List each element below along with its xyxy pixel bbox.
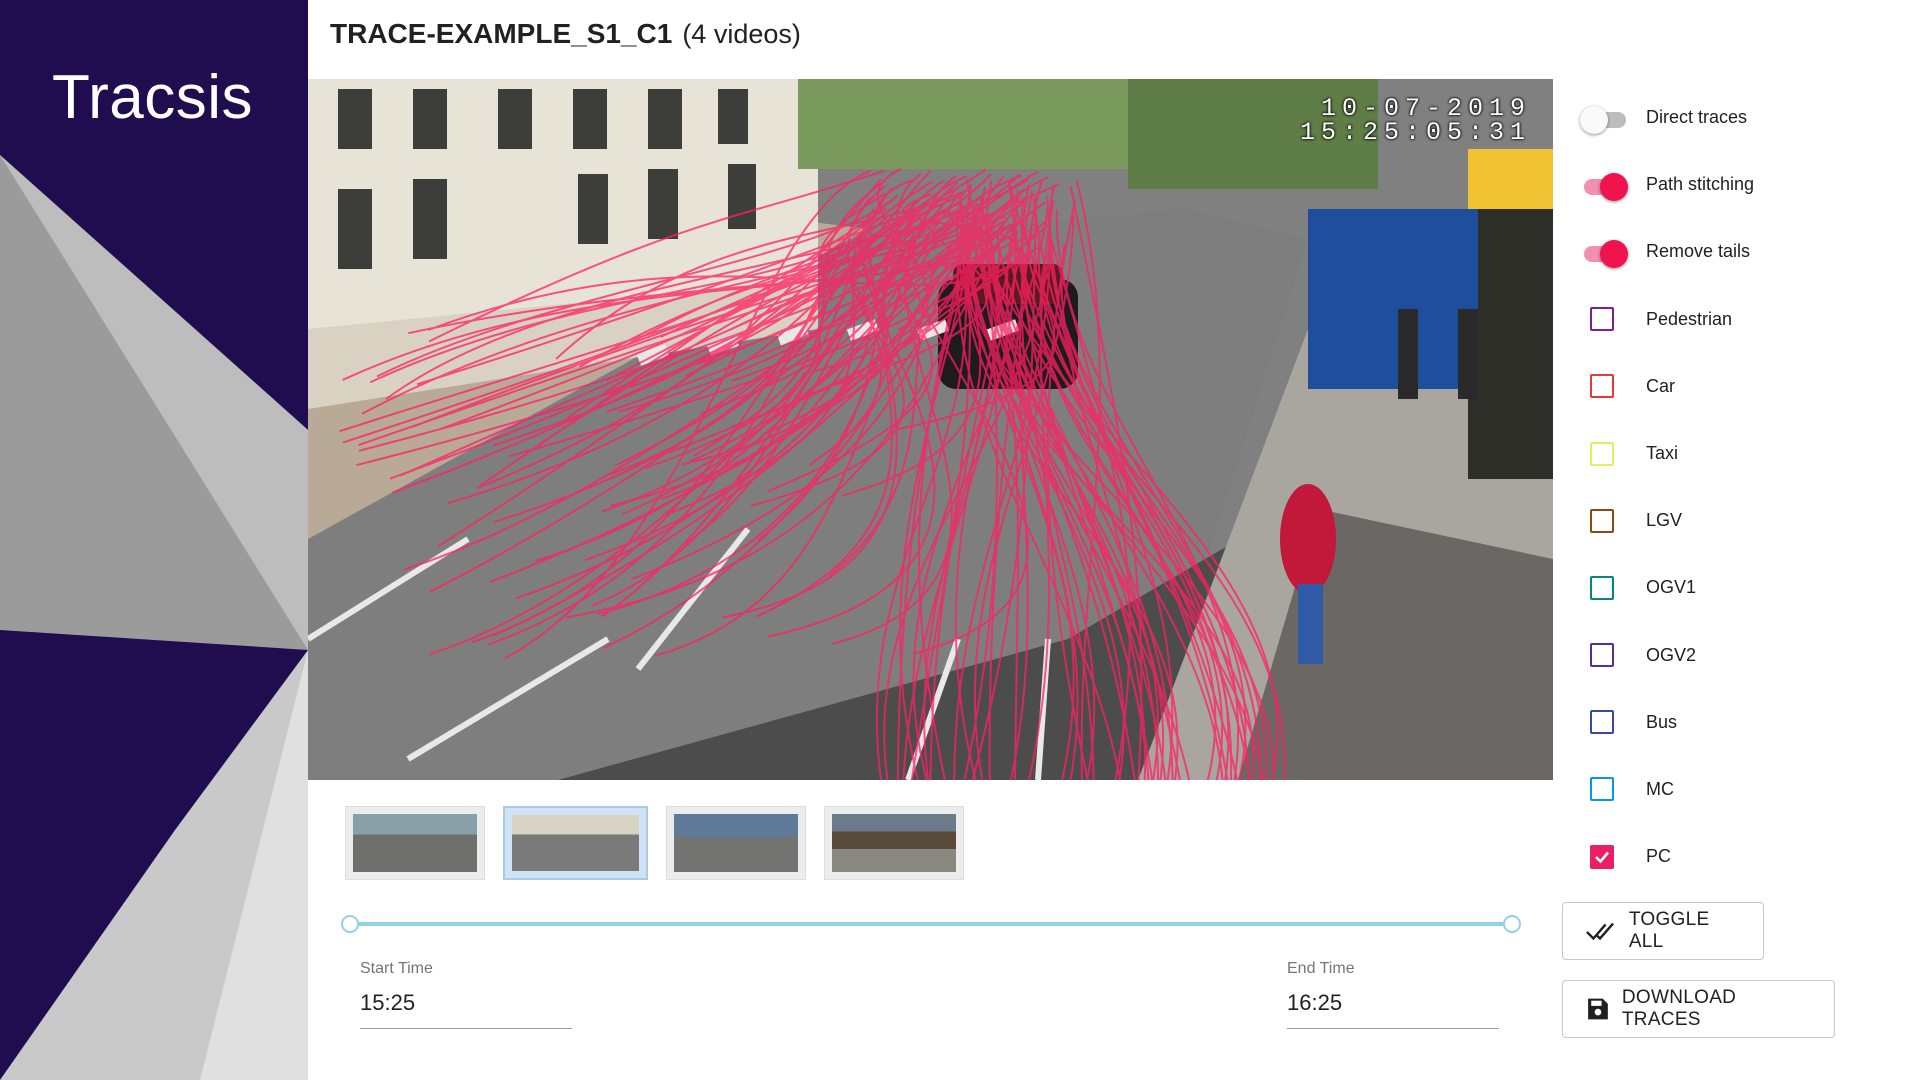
end-time-field[interactable]: End Time 16:25	[1287, 960, 1499, 1029]
toggle-all-button[interactable]: TOGGLE ALL	[1562, 902, 1764, 960]
toggle-remove-tails[interactable]: Remove tails	[1578, 218, 1898, 285]
video-count: (4 videos)	[682, 19, 801, 49]
tracsis-logo: Tracsis	[52, 63, 253, 132]
taxi-checkbox[interactable]	[1590, 441, 1614, 466]
path-stitching-switch[interactable]	[1580, 172, 1628, 201]
brand-panel: Tracsis	[0, 0, 308, 1080]
trace-controls: Direct traces Path stitching Remove tail…	[1578, 84, 1898, 890]
car-checkbox[interactable]	[1590, 374, 1614, 399]
bus-checkbox[interactable]	[1590, 710, 1614, 735]
class-label: OGV1	[1646, 577, 1697, 598]
start-time-label: Start Time	[360, 960, 433, 977]
download-traces-label: DOWNLOAD TRACES	[1621, 987, 1737, 1030]
page-title: TRACE-EXAMPLE_S1_C1	[330, 18, 673, 49]
direct-traces-switch[interactable]	[1580, 105, 1626, 134]
class-row-pedestrian[interactable]: Pedestrian	[1578, 286, 1898, 353]
toggle-all-label: TOGGLE ALL	[1628, 909, 1710, 952]
ogv1-checkbox[interactable]	[1590, 575, 1614, 600]
toggle-label: Remove tails	[1646, 241, 1751, 262]
toggle-label: Direct traces	[1646, 107, 1748, 128]
video-thumbnail-3[interactable]	[666, 806, 806, 880]
class-row-lgv[interactable]: LGV	[1578, 487, 1898, 554]
mc-checkbox[interactable]	[1590, 777, 1614, 802]
class-row-pc[interactable]: PC	[1578, 823, 1898, 890]
street-scene	[308, 79, 1553, 780]
start-time-input[interactable]: 15:25	[360, 990, 572, 1029]
class-label: MC	[1646, 778, 1674, 799]
double-check-icon	[1586, 922, 1614, 941]
slider-start-handle[interactable]	[341, 915, 359, 933]
class-label: Car	[1646, 375, 1676, 396]
pc-checkbox[interactable]	[1590, 844, 1614, 869]
slider-track[interactable]	[350, 922, 1512, 926]
remove-tails-switch[interactable]	[1580, 239, 1628, 268]
save-icon	[1588, 998, 1608, 1020]
class-row-ogv1[interactable]: OGV1	[1578, 554, 1898, 621]
video-timestamp: 10-07-2019 15:25:05:31	[1299, 96, 1531, 147]
class-label: Bus	[1646, 711, 1678, 732]
class-row-taxi[interactable]: Taxi	[1578, 420, 1898, 487]
toggle-path-stitching[interactable]: Path stitching	[1578, 151, 1898, 218]
time-range-slider[interactable]	[340, 912, 1522, 936]
video-thumbnails	[345, 806, 964, 880]
download-traces-button[interactable]: DOWNLOAD TRACES	[1562, 980, 1835, 1038]
class-row-mc[interactable]: MC	[1578, 756, 1898, 823]
toggle-direct-traces[interactable]: Direct traces	[1578, 84, 1898, 151]
class-label: LGV	[1646, 510, 1683, 531]
end-time-label: End Time	[1287, 960, 1355, 977]
page-header: TRACE-EXAMPLE_S1_C1 (4 videos)	[330, 18, 801, 58]
class-row-bus[interactable]: Bus	[1578, 689, 1898, 756]
class-label: PC	[1646, 846, 1672, 867]
class-checkbox-list: Pedestrian Car Taxi LGV OGV1 OGV2 Bus MC PC	[1578, 286, 1898, 891]
class-row-ogv2[interactable]: OGV2	[1578, 622, 1898, 689]
class-label: OGV2	[1646, 644, 1697, 665]
timestamp-time: 15:25:05:31	[1299, 118, 1531, 147]
video-frame[interactable]: 10-07-2019 15:25:05:31	[308, 79, 1553, 780]
class-label: Taxi	[1646, 443, 1679, 464]
ogv2-checkbox[interactable]	[1590, 643, 1614, 668]
class-row-car[interactable]: Car	[1578, 353, 1898, 420]
checkmark-icon	[1595, 851, 1609, 864]
class-label: Pedestrian	[1646, 308, 1733, 329]
brand-background	[0, 0, 308, 1080]
slider-end-handle[interactable]	[1503, 915, 1521, 933]
toggle-label: Path stitching	[1646, 174, 1755, 195]
lgv-checkbox[interactable]	[1590, 508, 1614, 533]
pedestrian-checkbox[interactable]	[1590, 307, 1614, 332]
end-time-input[interactable]: 16:25	[1287, 990, 1499, 1029]
start-time-field[interactable]: Start Time 15:25	[360, 960, 572, 1029]
video-thumbnail-1[interactable]	[345, 806, 485, 880]
video-thumbnail-2[interactable]	[503, 806, 648, 880]
video-thumbnail-4[interactable]	[824, 806, 964, 880]
